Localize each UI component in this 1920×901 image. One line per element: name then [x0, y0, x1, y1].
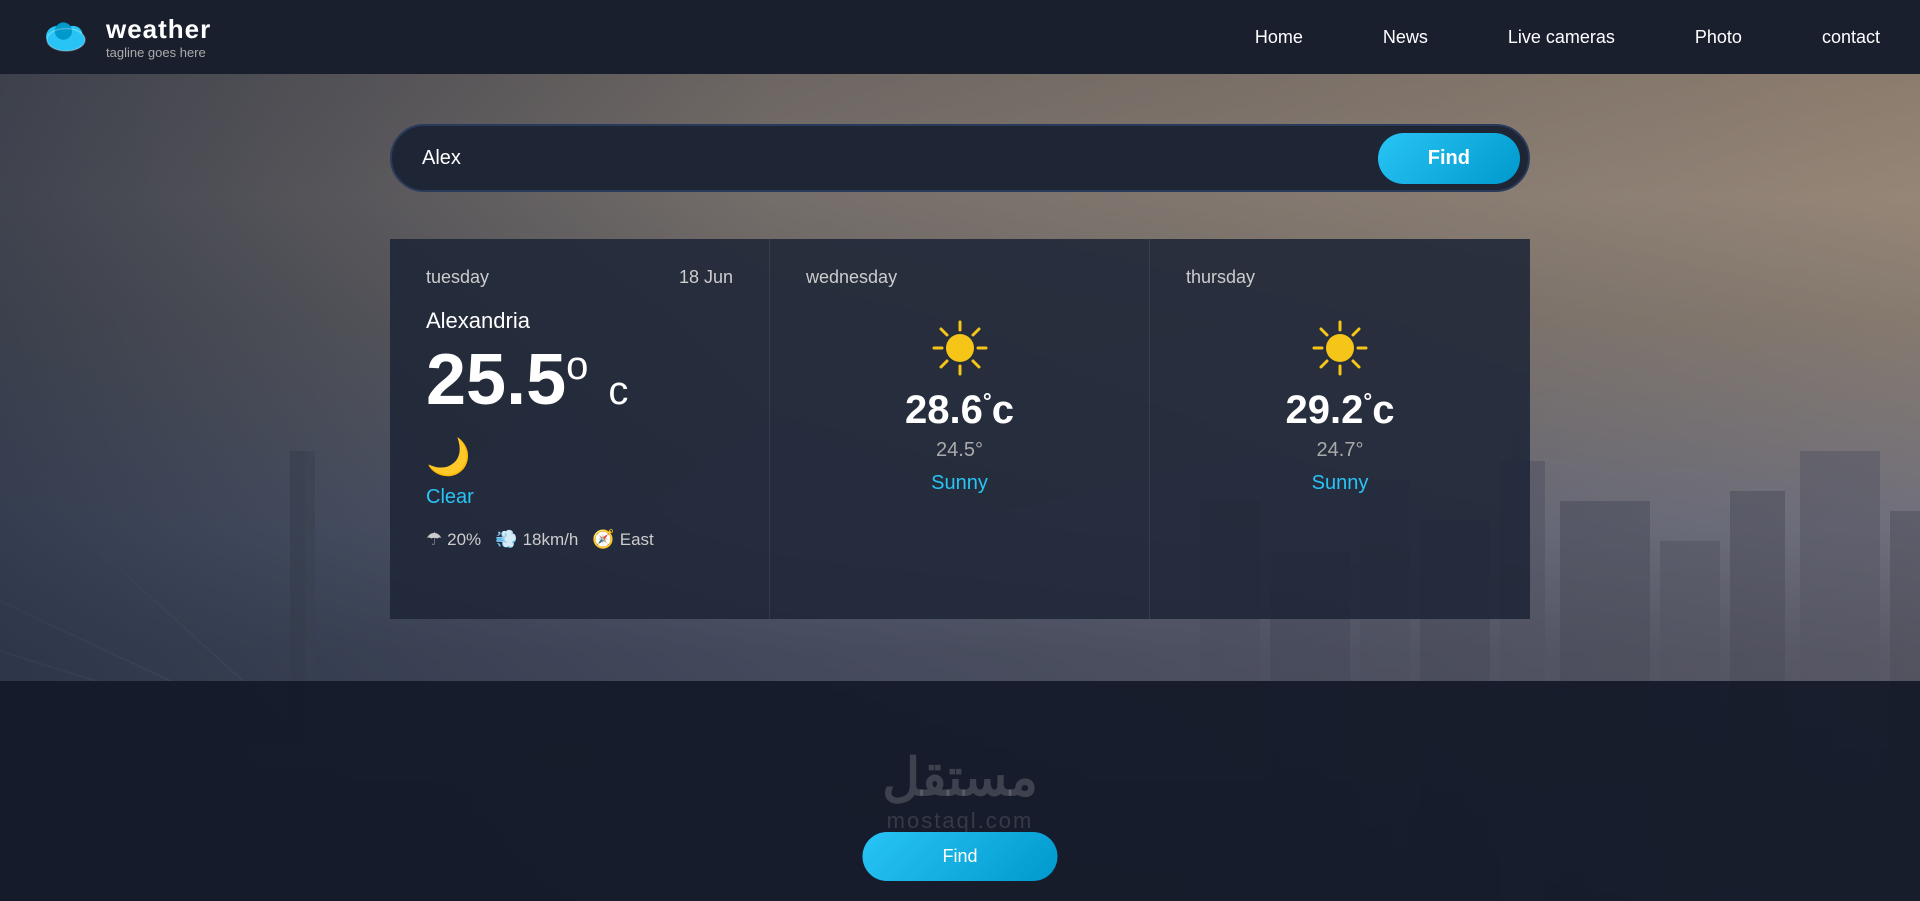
cloud-icon: [40, 15, 92, 60]
wednesday-condition: Sunny: [931, 472, 988, 495]
thursday-temp-low: 24.7°: [1286, 439, 1395, 462]
nav-links: Home News Live cameras Photo contact: [1255, 27, 1880, 48]
nav-live-cameras[interactable]: Live cameras: [1508, 27, 1615, 48]
thursday-sun-icon: [1310, 318, 1370, 378]
tuesday-temp: 25.5o c: [426, 344, 733, 416]
tuesday-details: ☂ 20% 💨 18km/h 🧭 East: [426, 529, 733, 550]
moon-icon: 🌙: [426, 436, 733, 478]
search-input[interactable]: [422, 147, 1378, 170]
footer-area: مستقل mostaql.com Find: [0, 681, 1920, 901]
humidity-icon: ☂: [426, 529, 442, 550]
wind-speed-value: 18km/h: [523, 530, 579, 550]
brand-tagline: tagline goes here: [106, 45, 211, 60]
nav-photo[interactable]: Photo: [1695, 27, 1742, 48]
thursday-day: thursday: [1186, 267, 1255, 288]
tuesday-unit: c: [608, 369, 628, 413]
wednesday-day: wednesday: [806, 267, 897, 288]
wind-speed-detail: 💨 18km/h: [495, 529, 578, 550]
tuesday-card: tuesday 18 Jun Alexandria 25.5o c 🌙 Clea…: [390, 239, 770, 619]
brand-text: weather tagline goes here: [106, 14, 211, 60]
search-container: Find: [390, 124, 1530, 192]
humidity-detail: ☂ 20%: [426, 529, 481, 550]
thursday-card: thursday: [1150, 239, 1530, 619]
compass-icon: 🧭: [592, 529, 614, 550]
tuesday-condition: Clear: [426, 486, 733, 509]
wednesday-temp: 28.6°c 24.5°: [905, 388, 1014, 462]
wednesday-header: wednesday: [806, 267, 1113, 288]
watermark-text: مستقل: [882, 748, 1038, 808]
navbar: weather tagline goes here Home News Live…: [0, 0, 1920, 74]
tuesday-day: tuesday: [426, 267, 489, 288]
weather-cards: tuesday 18 Jun Alexandria 25.5o c 🌙 Clea…: [390, 239, 1530, 619]
wednesday-temp-high: 28.6°c: [905, 388, 1014, 433]
thursday-condition: Sunny: [1312, 472, 1369, 495]
tuesday-date: 18 Jun: [679, 267, 733, 288]
wind-dir-detail: 🧭 East: [592, 529, 653, 550]
tuesday-header: tuesday 18 Jun: [426, 267, 733, 288]
humidity-value: 20%: [447, 530, 481, 550]
find-button[interactable]: Find: [1378, 133, 1520, 184]
watermark-url: mostaql.com: [887, 808, 1034, 834]
wednesday-temp-low: 24.5°: [905, 439, 1014, 462]
tuesday-city: Alexandria: [426, 308, 733, 334]
tuesday-degree: o: [566, 344, 588, 388]
wednesday-card: wednesday: [770, 239, 1150, 619]
nav-contact[interactable]: contact: [1822, 27, 1880, 48]
nav-news[interactable]: News: [1383, 27, 1428, 48]
search-bar: Find: [390, 124, 1530, 192]
thursday-temp-high: 29.2°c: [1286, 388, 1395, 433]
brand: weather tagline goes here: [40, 14, 211, 60]
wednesday-sun-icon: [930, 318, 990, 378]
footer-find-button[interactable]: Find: [862, 832, 1057, 881]
hero-section: Find tuesday 18 Jun Alexandria 25.5o c 🌙…: [0, 74, 1920, 901]
brand-name: weather: [106, 14, 211, 45]
wind-icon: 💨: [495, 529, 517, 550]
thursday-temp: 29.2°c 24.7°: [1286, 388, 1395, 462]
wind-dir-value: East: [620, 530, 654, 550]
thursday-header: thursday: [1186, 267, 1494, 288]
tuesday-temp-value: 25.5: [426, 340, 566, 420]
nav-home[interactable]: Home: [1255, 27, 1303, 48]
